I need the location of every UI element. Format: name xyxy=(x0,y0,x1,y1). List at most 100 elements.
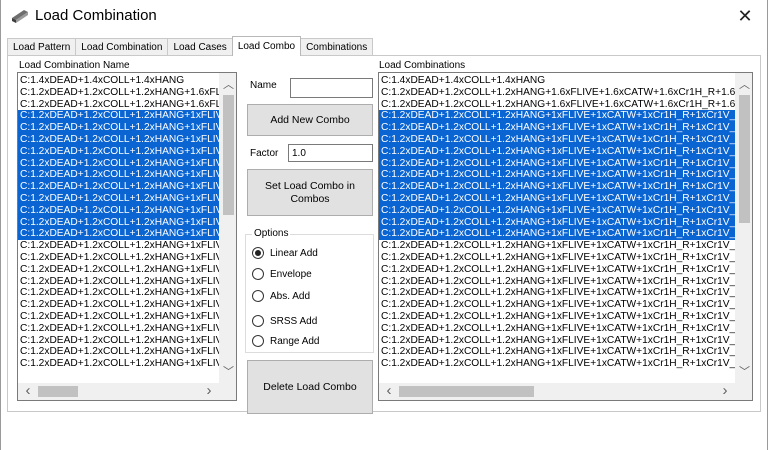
list-item[interactable]: C:1.2xDEAD+1.2xCOLL+1.2xHANG+1xFLIVE+1xC… xyxy=(379,252,735,264)
load-combination-app-icon xyxy=(11,8,29,24)
load-combination-name-label: Load Combination Name xyxy=(19,60,130,71)
list-item[interactable]: C:1.2xDEAD+1.2xCOLL+1.2xHANG+1xFLIVE xyxy=(18,287,219,299)
list-item[interactable]: C:1.2xDEAD+1.2xCOLL+1.2xHANG+1xFLIVE+1xC… xyxy=(379,299,735,311)
list-item[interactable]: C:1.4xDEAD+1.4xCOLL+1.4xHANG xyxy=(18,75,219,87)
radio-icon[interactable] xyxy=(252,335,264,347)
right-list-horizontal-thumb[interactable] xyxy=(399,386,534,397)
scroll-left-icon[interactable]: ‹ xyxy=(22,383,34,399)
right-list-vertical-scrollbar[interactable]: ︿ ﹀ xyxy=(735,73,752,383)
right-list-vertical-thumb[interactable] xyxy=(739,95,750,223)
option-range-add[interactable]: Range Add xyxy=(252,334,320,348)
list-item[interactable]: C:1.2xDEAD+1.2xCOLL+1.2xHANG+1xFLIVE xyxy=(18,110,219,123)
radio-icon[interactable] xyxy=(252,268,264,280)
load-combinations-items: C:1.4xDEAD+1.4xCOLL+1.4xHANG C:1.2xDEAD+1… xyxy=(379,75,735,370)
radio-icon[interactable] xyxy=(252,290,264,302)
list-item[interactable]: C:1.2xDEAD+1.2xCOLL+1.2xHANG+1xFLIVE xyxy=(18,252,219,264)
list-item[interactable]: C:1.2xDEAD+1.2xCOLL+1.2xHANG+1xFLIVE xyxy=(18,181,219,193)
list-item[interactable]: C:1.2xDEAD+1.2xCOLL+1.2xHANG+1xFLIVE+1xC… xyxy=(379,228,735,241)
list-item[interactable]: C:1.2xDEAD+1.2xCOLL+1.2xHANG+1xFLIVE xyxy=(18,192,219,205)
list-item[interactable]: C:1.2xDEAD+1.2xCOLL+1.2xHANG+1xFLIVE xyxy=(18,323,219,335)
list-item[interactable]: C:1.2xDEAD+1.2xCOLL+1.2xHANG+1xFLIVE+1xC… xyxy=(379,346,735,358)
delete-load-combo-button[interactable]: Delete Load Combo xyxy=(247,360,373,414)
list-item[interactable]: C:1.2xDEAD+1.2xCOLL+1.2xHANG+1xFLIVE xyxy=(18,264,219,276)
list-item[interactable]: C:1.2xDEAD+1.2xCOLL+1.2xHANG+1xFLIVE xyxy=(18,299,219,311)
right-list-scroll-corner xyxy=(735,383,752,400)
list-item[interactable]: C:1.2xDEAD+1.2xCOLL+1.2xHANG+1xFLIVE+1xC… xyxy=(379,192,735,205)
scroll-down-icon[interactable]: ﹀ xyxy=(220,363,236,379)
scroll-up-icon[interactable]: ︿ xyxy=(736,76,752,92)
list-item[interactable]: C:1.2xDEAD+1.2xCOLL+1.2xHANG+1xFLIVE xyxy=(18,276,219,288)
list-item[interactable]: C:1.2xDEAD+1.2xCOLL+1.2xHANG+1xFLIVE xyxy=(18,169,219,182)
close-button[interactable]: ✕ xyxy=(725,0,765,32)
radio-selected-icon[interactable] xyxy=(252,247,264,259)
list-item[interactable]: C:1.2xDEAD+1.2xCOLL+1.2xHANG+1xFLIVE+1xC… xyxy=(379,133,735,146)
list-item[interactable]: C:1.2xDEAD+1.2xCOLL+1.2xHANG+1xFLIVE xyxy=(18,358,219,370)
list-item[interactable]: C:1.2xDEAD+1.2xCOLL+1.2xHANG+1xFLIVE+1xC… xyxy=(379,335,735,347)
list-item[interactable]: C:1.2xDEAD+1.2xCOLL+1.2xHANG+1.6xFLIVE xyxy=(18,87,219,99)
tab-load-combo[interactable]: Load Combo xyxy=(231,36,302,56)
list-item[interactable]: C:1.2xDEAD+1.2xCOLL+1.2xHANG+1xFLIVE+1xC… xyxy=(379,287,735,299)
list-item[interactable]: C:1.2xDEAD+1.2xCOLL+1.2xHANG+1xFLIVE+1xC… xyxy=(379,122,735,134)
list-item[interactable]: C:1.2xDEAD+1.2xCOLL+1.2xHANG+1xFLIVE+1xC… xyxy=(379,145,735,158)
option-srss-add[interactable]: SRSS Add xyxy=(252,314,317,328)
left-list-horizontal-scrollbar[interactable]: ‹ › xyxy=(18,383,219,400)
scroll-left-icon[interactable]: ‹ xyxy=(383,383,395,399)
list-item[interactable]: C:1.2xDEAD+1.2xCOLL+1.2xHANG+1xFLIVE xyxy=(18,157,219,170)
list-item[interactable]: C:1.2xDEAD+1.2xCOLL+1.2xHANG+1xFLIVE xyxy=(18,204,219,217)
list-item[interactable]: C:1.2xDEAD+1.2xCOLL+1.2xHANG+1xFLIVE xyxy=(18,346,219,358)
radio-icon[interactable] xyxy=(252,315,264,327)
list-item[interactable]: C:1.2xDEAD+1.2xCOLL+1.2xHANG+1.6xFLIVE+1… xyxy=(379,87,735,99)
list-item[interactable]: C:1.2xDEAD+1.2xCOLL+1.2xHANG+1xFLIVE+1xC… xyxy=(379,216,735,229)
tab-load-pattern[interactable]: Load Pattern xyxy=(7,38,77,56)
tab-combinations[interactable]: Combinations xyxy=(300,38,374,56)
load-combinations-list[interactable]: C:1.4xDEAD+1.4xCOLL+1.4xHANG C:1.2xDEAD+1… xyxy=(378,72,753,401)
list-item[interactable]: C:1.2xDEAD+1.2xCOLL+1.2xHANG+1xFLIVE+1xC… xyxy=(379,169,735,182)
load-combo-panel: Load Combination Name C:1.4xDEAD+1.4xCOL… xyxy=(7,55,761,414)
load-combination-name-list[interactable]: C:1.4xDEAD+1.4xCOLL+1.4xHANG C:1.2xDEAD+1… xyxy=(17,72,237,401)
options-group-title: Options xyxy=(252,228,291,239)
option-abs-add[interactable]: Abs. Add xyxy=(252,289,310,303)
list-item[interactable]: C:1.2xDEAD+1.2xCOLL+1.2xHANG+1xFLIVE xyxy=(18,145,219,158)
set-load-combo-in-combos-button[interactable]: Set Load Combo in Combos xyxy=(247,169,373,216)
factor-label: Factor xyxy=(250,148,279,159)
scroll-down-icon[interactable]: ﹀ xyxy=(736,363,752,379)
list-item[interactable]: C:1.2xDEAD+1.2xCOLL+1.2xHANG+1xFLIVE+1xC… xyxy=(379,181,735,193)
window-title: Load Combination xyxy=(35,7,157,24)
list-item[interactable]: C:1.2xDEAD+1.2xCOLL+1.2xHANG+1xFLIVE xyxy=(18,122,219,134)
list-item[interactable]: C:1.2xDEAD+1.2xCOLL+1.2xHANG+1xFLIVE xyxy=(18,228,219,241)
scroll-right-icon[interactable]: › xyxy=(203,383,215,399)
tab-load-combination[interactable]: Load Combination xyxy=(75,38,169,56)
tab-load-cases[interactable]: Load Cases xyxy=(167,38,233,56)
list-item[interactable]: C:1.2xDEAD+1.2xCOLL+1.2xHANG+1xFLIVE+1xC… xyxy=(379,323,735,335)
load-combination-name-items: C:1.4xDEAD+1.4xCOLL+1.4xHANG C:1.2xDEAD+1… xyxy=(18,75,219,370)
name-field[interactable] xyxy=(290,78,373,98)
right-list-horizontal-scrollbar[interactable]: ‹ › xyxy=(379,383,735,400)
list-item[interactable]: C:1.2xDEAD+1.2xCOLL+1.2xHANG+1xFLIVE+1xC… xyxy=(379,204,735,217)
list-item[interactable]: C:1.2xDEAD+1.2xCOLL+1.2xHANG+1xFLIVE+1xC… xyxy=(379,240,735,252)
list-item[interactable]: C:1.2xDEAD+1.2xCOLL+1.2xHANG+1xFLIVE xyxy=(18,240,219,252)
option-envelope[interactable]: Envelope xyxy=(252,267,312,281)
factor-field[interactable] xyxy=(288,144,373,162)
list-item[interactable]: C:1.2xDEAD+1.2xCOLL+1.2xHANG+1xFLIVE+1xC… xyxy=(379,264,735,276)
list-item[interactable]: C:1.2xDEAD+1.2xCOLL+1.2xHANG+1xFLIVE xyxy=(18,216,219,229)
list-item[interactable]: C:1.2xDEAD+1.2xCOLL+1.2xHANG+1xFLIVE xyxy=(18,311,219,323)
left-list-horizontal-thumb[interactable] xyxy=(38,386,78,397)
load-combinations-label: Load Combinations xyxy=(379,60,466,71)
left-list-vertical-scrollbar[interactable]: ︿ ﹀ xyxy=(219,73,236,383)
option-linear-add[interactable]: Linear Add xyxy=(252,246,318,260)
list-item[interactable]: C:1.2xDEAD+1.2xCOLL+1.2xHANG+1xFLIVE+1xC… xyxy=(379,157,735,170)
list-item[interactable]: C:1.4xDEAD+1.4xCOLL+1.4xHANG xyxy=(379,75,735,87)
list-item[interactable]: C:1.2xDEAD+1.2xCOLL+1.2xHANG+1xFLIVE xyxy=(18,133,219,146)
list-item[interactable]: C:1.2xDEAD+1.2xCOLL+1.2xHANG+1xFLIVE+1xC… xyxy=(379,358,735,370)
close-icon: ✕ xyxy=(737,6,753,26)
list-item[interactable]: C:1.2xDEAD+1.2xCOLL+1.2xHANG+1xFLIVE+1xC… xyxy=(379,276,735,288)
scroll-right-icon[interactable]: › xyxy=(719,383,731,399)
list-item[interactable]: C:1.2xDEAD+1.2xCOLL+1.2xHANG+1xFLIVE xyxy=(18,335,219,347)
list-item[interactable]: C:1.2xDEAD+1.2xCOLL+1.2xHANG+1xFLIVE+1xC… xyxy=(379,110,735,123)
add-new-combo-button[interactable]: Add New Combo xyxy=(247,104,373,136)
list-item[interactable]: C:1.2xDEAD+1.2xCOLL+1.2xHANG+1xFLIVE+1xC… xyxy=(379,311,735,323)
list-item[interactable]: C:1.2xDEAD+1.2xCOLL+1.2xHANG+1.6xFLIVE+1… xyxy=(379,99,735,111)
list-item[interactable]: C:1.2xDEAD+1.2xCOLL+1.2xHANG+1.6xFLIVE xyxy=(18,99,219,111)
left-list-vertical-thumb[interactable] xyxy=(223,95,234,215)
scroll-up-icon[interactable]: ︿ xyxy=(220,76,236,92)
